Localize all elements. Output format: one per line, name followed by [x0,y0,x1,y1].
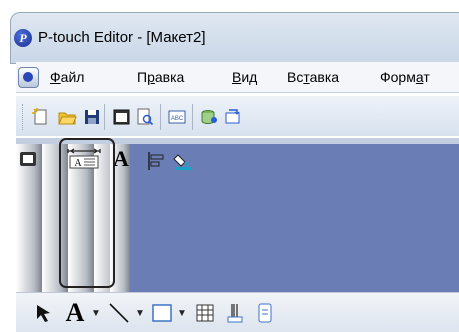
text-layout-highlight [59,138,115,288]
document-icon[interactable] [18,67,39,88]
text-icon[interactable]: A [62,298,88,327]
window-title: P-touch Editor - [Макет2] [38,29,206,46]
svg-text:ABC: ABC [171,116,184,122]
toolbar-separator [160,104,161,130]
rectangle-icon[interactable] [150,300,174,326]
toolbar-grip[interactable] [22,104,25,130]
print-preview-icon[interactable] [134,106,156,128]
menu-item[interactable]: Правка [137,69,184,85]
menu-item[interactable]: Вид [232,69,257,85]
align-icon [147,150,167,172]
text-abc-icon[interactable]: ABC [166,106,188,128]
menu-item[interactable]: Вставка [287,69,339,85]
open-icon[interactable] [56,106,78,128]
transfer-icon[interactable] [222,106,244,128]
toolbar-separator [104,104,105,130]
database-icon[interactable] [198,106,220,128]
table-icon[interactable] [192,300,218,326]
barcode-icon[interactable] [222,300,248,326]
text-dropdown-arrow[interactable]: ▼ [90,300,102,326]
clipart-icon[interactable] [252,300,278,326]
pointer-icon[interactable] [30,300,58,326]
fill-icon [172,150,194,172]
menu-item[interactable]: Файл [50,69,84,85]
paper-icon [17,148,39,170]
rectangle-dropdown-arrow[interactable]: ▼ [176,300,188,326]
app-icon: P [14,29,32,47]
save-icon[interactable] [81,106,103,128]
menu-item[interactable]: Формат [380,69,430,85]
print-icon[interactable] [110,106,132,128]
line-icon[interactable] [106,300,132,326]
new-icon[interactable] [30,106,52,128]
app-window: P P-touch Editor - [Макет2] Файл Правка Ви… [0,0,459,332]
line-dropdown-arrow[interactable]: ▼ [134,300,146,326]
toolbar-separator [192,104,193,130]
